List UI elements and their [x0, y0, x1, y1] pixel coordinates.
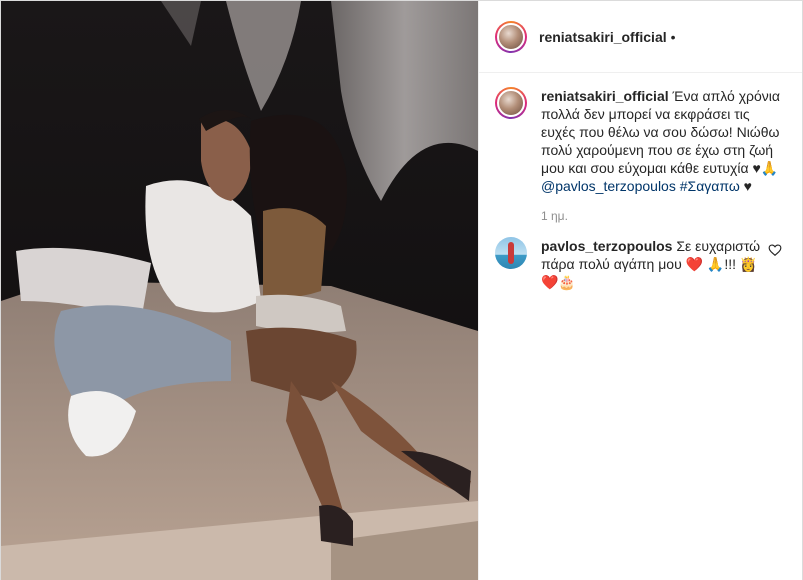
header-dot: • — [670, 28, 676, 45]
author-avatar-image — [497, 22, 525, 51]
caption-mention-link[interactable]: @pavlos_terzopoulos — [541, 178, 676, 194]
heart-outline-icon[interactable] — [768, 243, 782, 257]
commenter-avatar-figure — [508, 242, 514, 264]
caption-text: reniatsakiri_official Ένα απλό χρόνια πο… — [541, 87, 785, 195]
caption-avatar[interactable] — [495, 87, 527, 119]
caption-username[interactable]: reniatsakiri_official — [541, 88, 669, 104]
post-header: reniatsakiri_official • — [479, 1, 802, 73]
comment-username[interactable]: pavlos_terzopoulos — [541, 238, 672, 254]
caption-tail: ♥ — [743, 178, 752, 194]
author-avatar[interactable] — [495, 20, 527, 53]
comment-text: pavlos_terzopoulos Σε ευχαριστώ πάρα πολ… — [541, 237, 769, 291]
post-side-panel: reniatsakiri_official • reniatsakiri_off… — [478, 1, 802, 580]
couple-photo-illustration — [1, 1, 478, 580]
caption-hashtag-link[interactable]: #Σαγαπω — [680, 178, 740, 194]
comment-item: pavlos_terzopoulos Σε ευχαριστώ πάρα πολ… — [479, 223, 802, 291]
post-photo[interactable] — [1, 1, 478, 580]
post-timestamp[interactable]: 1 ημ. — [541, 209, 802, 223]
author-username[interactable]: reniatsakiri_official — [539, 29, 667, 45]
post-caption: reniatsakiri_official Ένα απλό χρόνια πο… — [479, 73, 802, 195]
caption-avatar-image — [497, 89, 525, 117]
commenter-avatar[interactable] — [495, 237, 527, 269]
instagram-post: reniatsakiri_official • reniatsakiri_off… — [0, 0, 803, 580]
